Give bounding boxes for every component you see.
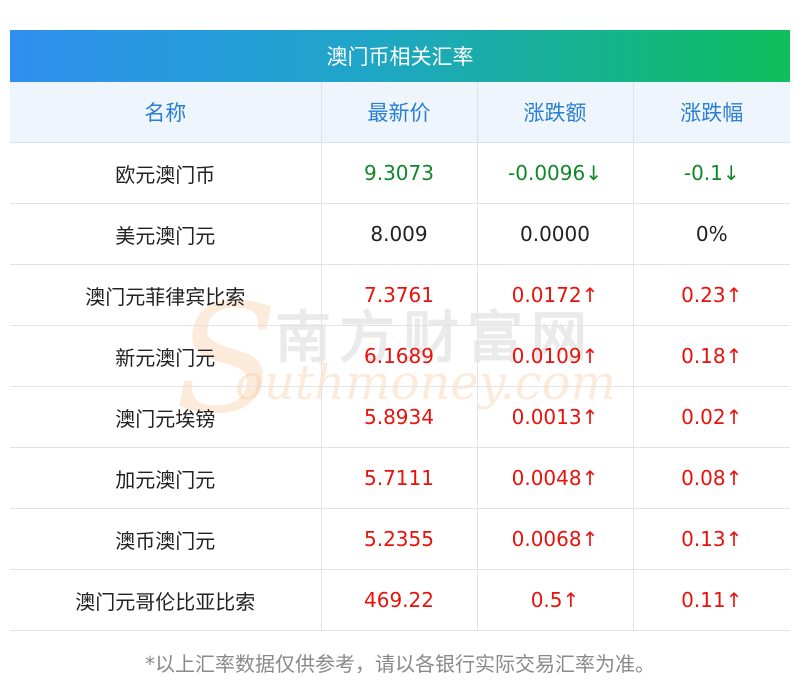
percent-change: -0.1↓ — [633, 142, 790, 204]
price-change: -0.0096↓ — [477, 142, 634, 204]
price-change: 0.0048↑ — [477, 447, 634, 509]
latest-price: 6.1689 — [321, 325, 478, 387]
currency-pair-name[interactable]: 澳门元哥伦比亚比索 — [10, 569, 322, 631]
column-header-change: 涨跌额 — [477, 82, 634, 143]
column-header-name: 名称 — [10, 82, 322, 143]
price-change: 0.0013↑ — [477, 386, 634, 448]
rates-table: 名称 最新价 涨跌额 涨跌幅 欧元澳门币 9.3073 -0.0096↓ -0.… — [10, 82, 790, 631]
price-change: 0.0068↑ — [477, 508, 634, 570]
latest-price: 5.2355 — [321, 508, 478, 570]
percent-change: 0.23↑ — [633, 264, 790, 326]
price-change: 0.0000 — [477, 203, 634, 265]
table-row[interactable]: 美元澳门元 8.009 0.0000 0% — [10, 203, 790, 265]
latest-price: 5.8934 — [321, 386, 478, 448]
latest-price: 9.3073 — [321, 142, 478, 204]
currency-pair-name[interactable]: 加元澳门元 — [10, 447, 322, 509]
currency-pair-name[interactable]: 澳门元菲律宾比索 — [10, 264, 322, 326]
percent-change: 0.11↑ — [633, 569, 790, 631]
latest-price: 469.22 — [321, 569, 478, 631]
percent-change: 0.13↑ — [633, 508, 790, 570]
currency-pair-name[interactable]: 新元澳门元 — [10, 325, 322, 387]
table-row[interactable]: 新元澳门元 6.1689 0.0109↑ 0.18↑ — [10, 325, 790, 387]
table-row[interactable]: 澳门元埃镑 5.8934 0.0013↑ 0.02↑ — [10, 386, 790, 448]
currency-pair-name[interactable]: 澳币澳门元 — [10, 508, 322, 570]
disclaimer-footer: *以上汇率数据仅供参考，请以各银行实际交易汇率为准。 — [145, 652, 655, 676]
table-header-row: 名称 最新价 涨跌额 涨跌幅 — [10, 82, 790, 143]
latest-price: 7.3761 — [321, 264, 478, 326]
exchange-rate-widget: 澳门币相关汇率 名称 最新价 涨跌额 涨跌幅 欧元澳门币 9.3073 -0.0… — [10, 30, 790, 631]
currency-pair-name[interactable]: 美元澳门元 — [10, 203, 322, 265]
widget-title: 澳门币相关汇率 — [326, 45, 474, 69]
latest-price: 5.7111 — [321, 447, 478, 509]
table-row[interactable]: 澳门元哥伦比亚比索 469.22 0.5↑ 0.11↑ — [10, 569, 790, 631]
percent-change: 0.02↑ — [633, 386, 790, 448]
currency-pair-name[interactable]: 欧元澳门币 — [10, 142, 322, 204]
currency-pair-name[interactable]: 澳门元埃镑 — [10, 386, 322, 448]
percent-change: 0% — [633, 203, 790, 265]
table-row[interactable]: 加元澳门元 5.7111 0.0048↑ 0.08↑ — [10, 447, 790, 509]
column-header-price: 最新价 — [321, 82, 478, 143]
table-row[interactable]: 欧元澳门币 9.3073 -0.0096↓ -0.1↓ — [10, 142, 790, 204]
percent-change: 0.08↑ — [633, 447, 790, 509]
column-header-percent: 涨跌幅 — [633, 82, 790, 143]
table-row[interactable]: 澳门元菲律宾比索 7.3761 0.0172↑ 0.23↑ — [10, 264, 790, 326]
percent-change: 0.18↑ — [633, 325, 790, 387]
table-row[interactable]: 澳币澳门元 5.2355 0.0068↑ 0.13↑ — [10, 508, 790, 570]
price-change: 0.5↑ — [477, 569, 634, 631]
price-change: 0.0109↑ — [477, 325, 634, 387]
price-change: 0.0172↑ — [477, 264, 634, 326]
latest-price: 8.009 — [321, 203, 478, 265]
widget-title-bar: 澳门币相关汇率 — [10, 30, 790, 82]
